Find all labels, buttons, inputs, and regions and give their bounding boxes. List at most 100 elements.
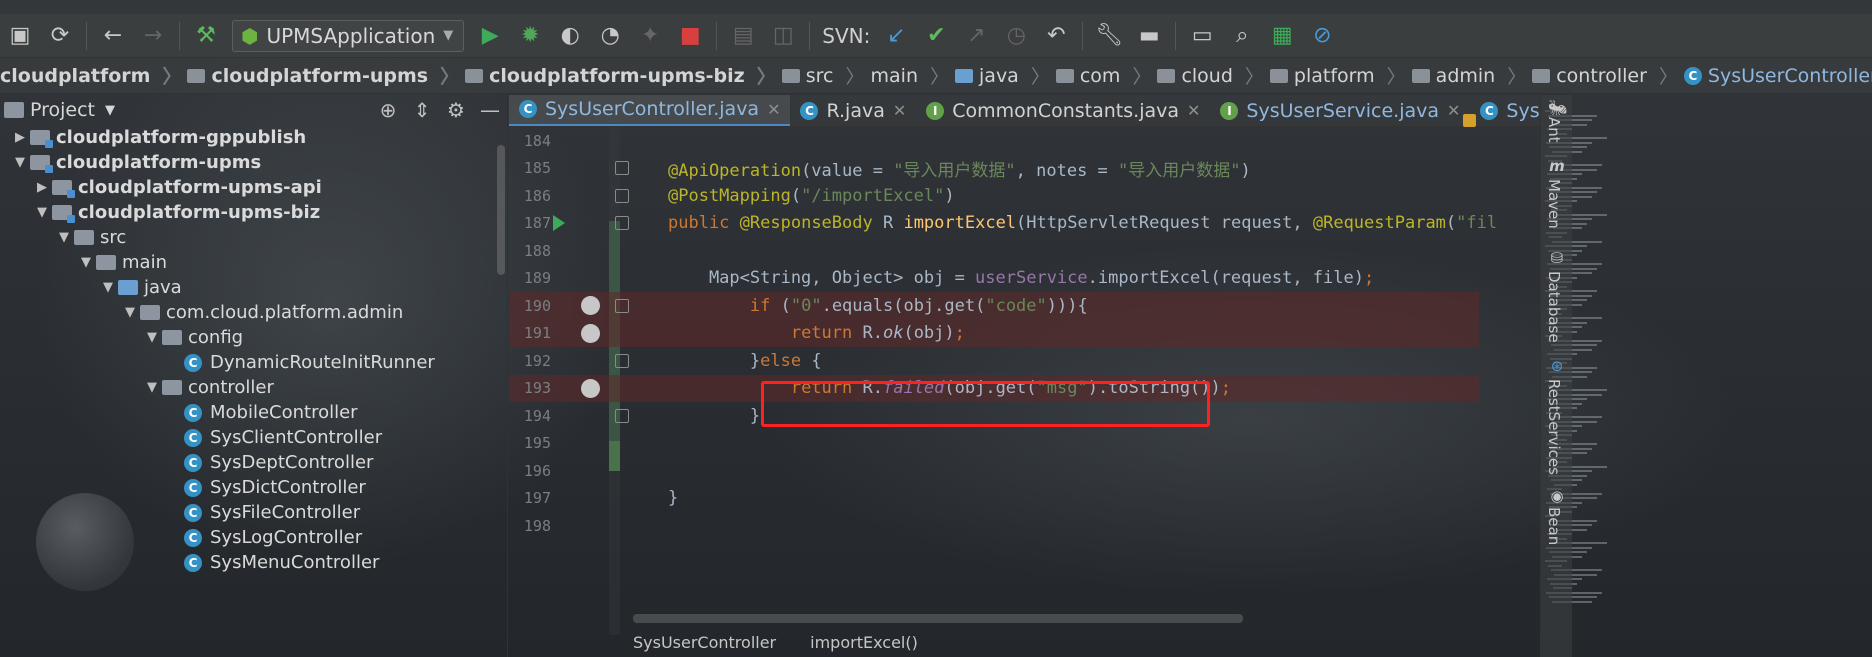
settings-wrench-icon[interactable]: 🔧︎ <box>1089 16 1129 56</box>
tree-item[interactable]: ▶ cloudplatform-upms-api <box>0 175 507 200</box>
tree-item[interactable]: C SysLogController <box>0 525 507 550</box>
coverage-icon[interactable]: ◐ <box>550 16 590 56</box>
tree-item[interactable]: ▼ cloudplatform-upms <box>0 150 507 175</box>
breadcrumb-item[interactable]: java 〉 <box>955 62 1056 89</box>
fold-icon[interactable] <box>615 298 629 313</box>
forward-icon[interactable]: → <box>133 16 173 56</box>
tool-restservices[interactable]: RestServices <box>1545 379 1563 475</box>
breadcrumb-item[interactable]: admin 〉 <box>1411 62 1533 89</box>
sync-icon[interactable]: ⟳ <box>40 16 80 56</box>
profile-icon[interactable]: ◔ <box>590 16 630 56</box>
project-title[interactable]: Project <box>30 99 95 121</box>
breadcrumb-item[interactable]: platform 〉 <box>1269 62 1412 89</box>
stop-icon[interactable]: ■ <box>670 16 710 56</box>
collapsed-arrow-icon[interactable]: ▶ <box>10 130 30 145</box>
code-breadcrumb-class[interactable]: SysUserController <box>633 633 776 652</box>
expanded-arrow-icon[interactable]: ▼ <box>142 380 162 395</box>
save-icon[interactable]: ▣ <box>0 16 40 56</box>
tool-bean[interactable]: Bean <box>1545 507 1563 545</box>
tree-item[interactable]: C MobileController <box>0 400 507 425</box>
tree-item[interactable]: ▼ main <box>0 250 507 275</box>
fold-icon[interactable] <box>615 188 629 203</box>
locate-target-icon[interactable]: ⊕ <box>371 98 405 122</box>
terminal-icon[interactable]: ▭ <box>1182 16 1222 56</box>
breakpoint-icon[interactable] <box>581 378 600 398</box>
breakpoint-icon[interactable] <box>581 296 600 316</box>
tree-item[interactable]: C SysDictController <box>0 475 507 500</box>
sdk-icon[interactable]: ◫ <box>763 16 803 56</box>
breadcrumb-item[interactable]: com 〉 <box>1055 62 1158 89</box>
project-folder-icon[interactable]: ▬ <box>1129 16 1169 56</box>
close-icon[interactable]: ✕ <box>1187 101 1200 120</box>
tab-r[interactable]: C R.java ✕ <box>790 95 916 126</box>
close-icon[interactable]: ✕ <box>1447 101 1460 120</box>
expanded-arrow-icon[interactable]: ▼ <box>54 230 74 245</box>
tree-item[interactable]: ▼ controller <box>0 375 507 400</box>
expanded-arrow-icon[interactable]: ▼ <box>10 155 30 170</box>
tree-item[interactable]: ▼ com.cloud.platform.admin <box>0 300 507 325</box>
breakpoint-icon[interactable] <box>581 323 600 343</box>
expanded-arrow-icon[interactable]: ▼ <box>98 280 118 295</box>
expanded-arrow-icon[interactable]: ▼ <box>120 305 140 320</box>
breadcrumb-item[interactable]: controller 〉 <box>1532 62 1684 89</box>
fold-icon[interactable] <box>615 216 629 231</box>
activity-monitor-icon[interactable]: ▦ <box>1262 16 1302 56</box>
tree-item[interactable]: ▼ cloudplatform-upms-biz <box>0 200 507 225</box>
fold-icon[interactable] <box>615 353 629 368</box>
expanded-arrow-icon[interactable]: ▼ <box>32 205 52 220</box>
close-icon[interactable]: ✕ <box>893 101 906 120</box>
expanded-arrow-icon[interactable]: ▼ <box>76 255 96 270</box>
close-icon[interactable]: ✕ <box>767 100 780 119</box>
breadcrumb-item[interactable]: cloud 〉 <box>1157 62 1269 89</box>
svn-commit-icon[interactable]: ✔ <box>916 16 956 56</box>
tab-sysuserserviceimpl[interactable]: C SysUserServiceImpl.java ✕ <box>1470 95 1541 126</box>
tree-item[interactable]: C SysDeptController <box>0 450 507 475</box>
tree-item[interactable]: C SysFileController <box>0 500 507 525</box>
warning-icon[interactable] <box>1463 114 1476 127</box>
collapsed-arrow-icon[interactable]: ▶ <box>32 180 52 195</box>
chevron-down-icon[interactable]: ▼ <box>105 103 115 118</box>
breadcrumb-item[interactable]: cloudplatform 〉 <box>0 62 187 89</box>
debug-icon[interactable]: ✹ <box>510 16 550 56</box>
rollback-icon[interactable]: ↶ <box>1036 16 1076 56</box>
tab-sysusercontroller[interactable]: C SysUserController.java ✕ <box>509 95 791 126</box>
breadcrumb-item[interactable]: cloudplatform-upms-biz 〉 <box>465 62 782 89</box>
tree-item[interactable]: ▼ src <box>0 225 507 250</box>
svn-update-icon[interactable]: ↙ <box>876 16 916 56</box>
minimize-icon[interactable]: — <box>473 98 507 122</box>
run-method-icon[interactable] <box>553 215 565 232</box>
run-icon[interactable]: ▶ <box>470 16 510 56</box>
tool-database[interactable]: Database <box>1545 271 1563 343</box>
project-scrollbar[interactable] <box>497 145 505 275</box>
tree-item[interactable]: ▶ cloudplatform-gppublish <box>0 125 507 150</box>
build-hammer-icon[interactable]: ⚒ <box>186 16 226 56</box>
breadcrumb-item[interactable]: cloudplatform-upms 〉 <box>187 62 465 89</box>
tree-item[interactable]: C SysMenuController <box>0 550 507 575</box>
fold-icon[interactable] <box>615 161 629 176</box>
tool-maven[interactable]: Maven <box>1545 179 1563 229</box>
breadcrumb-item[interactable]: C SysUserController <box>1683 65 1872 87</box>
run-config-dropdown[interactable]: ⬢ UPMSApplication ▼ <box>232 19 465 52</box>
tree-item[interactable]: C DynamicRouteInitRunner <box>0 350 507 375</box>
breadcrumb-item[interactable]: main 〉 <box>871 62 956 89</box>
tool-ant[interactable]: Ant <box>1545 117 1563 143</box>
svn-push-icon[interactable]: ↗ <box>956 16 996 56</box>
fold-icon[interactable] <box>615 408 629 423</box>
tree-item[interactable]: C SysClientController <box>0 425 507 450</box>
collapse-all-icon[interactable]: ⇕ <box>405 98 439 122</box>
back-icon[interactable]: ← <box>93 16 133 56</box>
expanded-arrow-icon[interactable]: ▼ <box>142 330 162 345</box>
horizontal-scrollbar[interactable] <box>633 614 1243 623</box>
tree-item[interactable]: ▼ config <box>0 325 507 350</box>
tab-sysuserservice[interactable]: I SysUserService.java ✕ <box>1210 95 1470 126</box>
code-area[interactable]: 184 185 @ApiOperation(value = "导入用户数据", … <box>509 127 1541 635</box>
attach-debugger-icon[interactable]: ✦ <box>630 16 670 56</box>
history-icon[interactable]: ◷ <box>996 16 1036 56</box>
search-icon[interactable]: ⌕ <box>1222 16 1262 56</box>
no-entry-icon[interactable]: ⊘ <box>1302 16 1342 56</box>
gear-icon[interactable]: ⚙ <box>439 98 473 122</box>
code-breadcrumb-method[interactable]: importExcel() <box>810 633 918 652</box>
breadcrumb-item[interactable]: src 〉 <box>781 62 871 89</box>
tree-item[interactable]: ▼ java <box>0 275 507 300</box>
project-structure-icon[interactable]: ▤ <box>723 16 763 56</box>
